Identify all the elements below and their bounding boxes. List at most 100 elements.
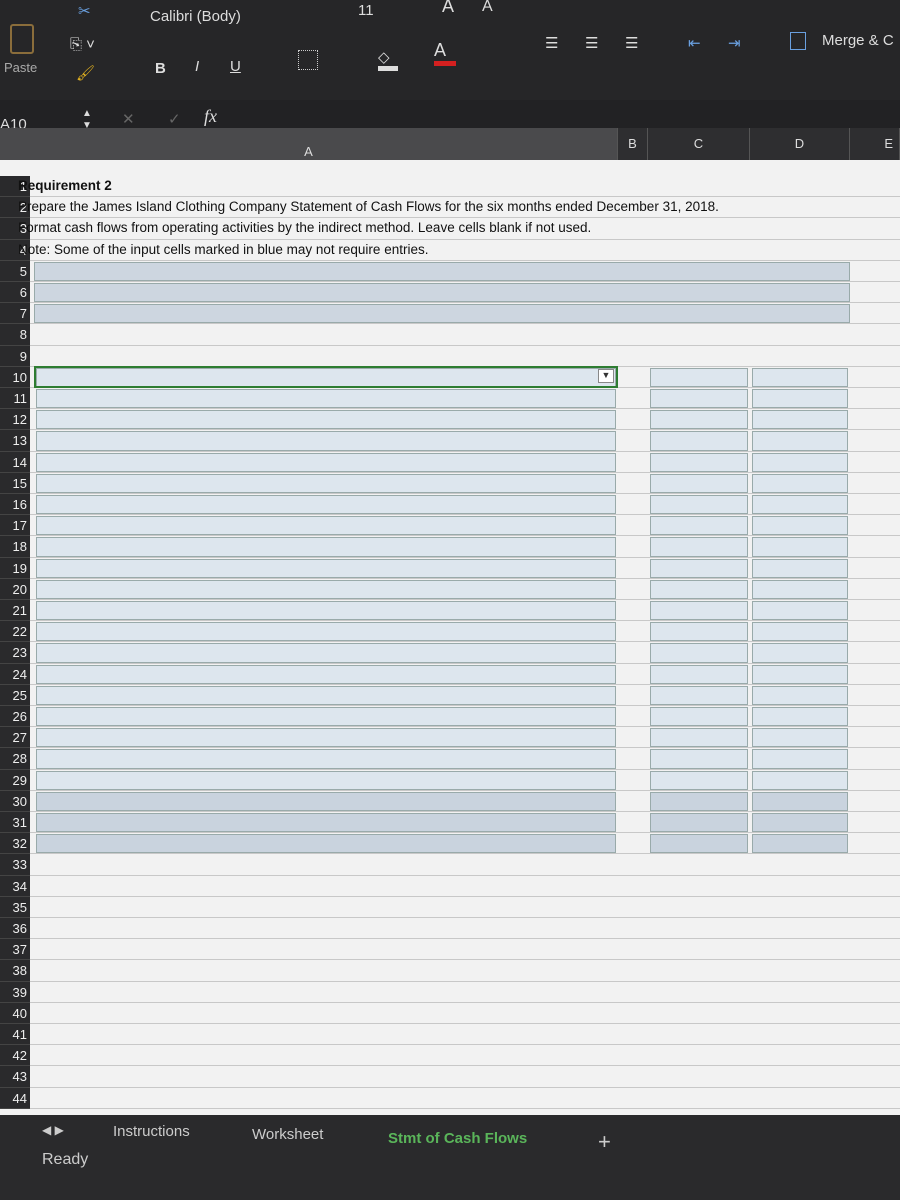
input-cell-d[interactable] (752, 579, 848, 599)
input-cell-a[interactable] (36, 537, 616, 557)
italic-button[interactable]: I (195, 58, 199, 75)
input-cell-a[interactable] (36, 728, 616, 748)
row-header[interactable]: 21 (0, 600, 30, 622)
input-cell-a[interactable] (36, 516, 616, 536)
input-cell-c[interactable] (650, 495, 748, 515)
row-header[interactable]: 26 (0, 706, 30, 728)
column-header-a[interactable]: A (0, 128, 618, 160)
prev-sheet-icon[interactable]: ◀ ▶ (42, 1123, 64, 1137)
input-cell-c[interactable] (650, 791, 748, 811)
format-painter-icon[interactable]: 🖌 (76, 64, 95, 82)
input-cell-d[interactable] (752, 707, 848, 727)
input-cell-a[interactable] (36, 431, 616, 451)
row-header[interactable]: 34 (0, 875, 30, 897)
fill-color-icon[interactable]: ◇ (378, 48, 398, 71)
row-header[interactable]: 35 (0, 896, 30, 918)
merge-button[interactable]: Merge & C (822, 32, 894, 49)
row-header[interactable]: 44 (0, 1087, 30, 1109)
shrink-font-button[interactable]: A (482, 0, 493, 16)
input-cell-a[interactable] (36, 410, 616, 430)
input-cell-c[interactable] (650, 389, 748, 409)
copy-icon[interactable]: ⎘ ˅ (70, 36, 95, 53)
input-cell-c[interactable] (650, 664, 748, 684)
fx-icon[interactable]: fx (204, 106, 217, 127)
input-cell-a[interactable] (36, 389, 616, 409)
column-header-b[interactable]: B (618, 128, 648, 160)
row-header[interactable]: 39 (0, 981, 30, 1003)
row-header[interactable]: 8 (0, 324, 30, 346)
row-header[interactable]: 41 (0, 1024, 30, 1046)
align-center-icon[interactable]: ☰ (585, 34, 598, 52)
row-header[interactable]: 14 (0, 451, 30, 473)
input-cell-a[interactable] (36, 834, 616, 854)
row-header[interactable]: 28 (0, 748, 30, 770)
input-cell-d[interactable] (752, 537, 848, 557)
row-header[interactable]: 5 (0, 260, 30, 282)
row-header[interactable]: 31 (0, 812, 30, 834)
column-header-e[interactable]: E (850, 128, 900, 160)
input-cell-d[interactable] (752, 473, 848, 493)
row-header[interactable]: 17 (0, 515, 30, 537)
row-header[interactable]: 9 (0, 345, 30, 367)
font-color-icon[interactable]: A (434, 40, 456, 66)
row-header[interactable]: 12 (0, 409, 30, 431)
input-cell-d[interactable] (752, 664, 848, 684)
row-header[interactable]: 16 (0, 494, 30, 516)
row-header[interactable]: 19 (0, 557, 30, 579)
column-header-c[interactable]: C (648, 128, 750, 160)
underline-button[interactable]: U (230, 58, 241, 75)
row-header[interactable]: 27 (0, 727, 30, 749)
input-cell-c[interactable] (650, 707, 748, 727)
input-cell-c[interactable] (650, 622, 748, 642)
input-cell-c[interactable] (650, 813, 748, 833)
header-band-cell[interactable] (34, 304, 850, 324)
row-header[interactable]: 42 (0, 1045, 30, 1067)
input-cell-c[interactable] (650, 834, 748, 854)
input-cell-d[interactable] (752, 367, 848, 387)
input-cell-d[interactable] (752, 770, 848, 790)
input-cell-d[interactable] (752, 749, 848, 769)
dropdown-arrow-icon[interactable]: ▼ (598, 368, 614, 383)
merge-icon[interactable] (790, 32, 806, 50)
align-right-icon[interactable]: ☰ (625, 34, 638, 52)
input-cell-d[interactable] (752, 389, 848, 409)
header-band-cell[interactable] (34, 283, 850, 303)
row-header[interactable]: 20 (0, 578, 30, 600)
enter-icon[interactable]: ✓ (168, 110, 181, 128)
input-cell-c[interactable] (650, 516, 748, 536)
header-band-cell[interactable] (34, 261, 850, 281)
column-header-d[interactable]: D (750, 128, 850, 160)
grow-font-button[interactable]: A (442, 0, 454, 17)
input-cell-d[interactable] (752, 558, 848, 578)
input-cell-c[interactable] (650, 728, 748, 748)
input-cell-d[interactable] (752, 813, 848, 833)
worksheet-grid[interactable]: 1 Requirement 2 2 Prepare the James Island … (0, 160, 900, 1115)
decrease-indent-icon[interactable]: ⇤ (688, 34, 701, 52)
input-cell-c[interactable] (650, 537, 748, 557)
row-header[interactable]: 18 (0, 536, 30, 558)
input-cell-c[interactable] (650, 452, 748, 472)
input-cell-d[interactable] (752, 601, 848, 621)
input-cell-a[interactable] (36, 643, 616, 663)
row-header[interactable]: 24 (0, 663, 30, 685)
input-cell-c[interactable] (650, 410, 748, 430)
input-cell-c[interactable] (650, 601, 748, 621)
row-header[interactable]: 33 (0, 854, 30, 876)
sheet-tab-stmt-of-cash-flows[interactable]: Stmt of Cash Flows (388, 1130, 527, 1147)
input-cell-d[interactable] (752, 791, 848, 811)
input-cell-d[interactable] (752, 452, 848, 472)
input-cell-a[interactable] (36, 685, 616, 705)
input-cell-a[interactable] (36, 664, 616, 684)
input-cell-a[interactable] (36, 770, 616, 790)
row-header[interactable]: 43 (0, 1066, 30, 1088)
row-header[interactable]: 11 (0, 388, 30, 410)
input-cell-a[interactable] (36, 707, 616, 727)
input-cell-c[interactable] (650, 749, 748, 769)
add-sheet-button[interactable]: + (598, 1129, 611, 1155)
row-header[interactable]: 15 (0, 472, 30, 494)
row-header[interactable]: 32 (0, 833, 30, 855)
borders-icon[interactable] (298, 50, 318, 70)
input-cell-c[interactable] (650, 685, 748, 705)
paste-button[interactable]: Paste (4, 18, 44, 80)
cut-icon[interactable]: ✂ (78, 2, 91, 20)
